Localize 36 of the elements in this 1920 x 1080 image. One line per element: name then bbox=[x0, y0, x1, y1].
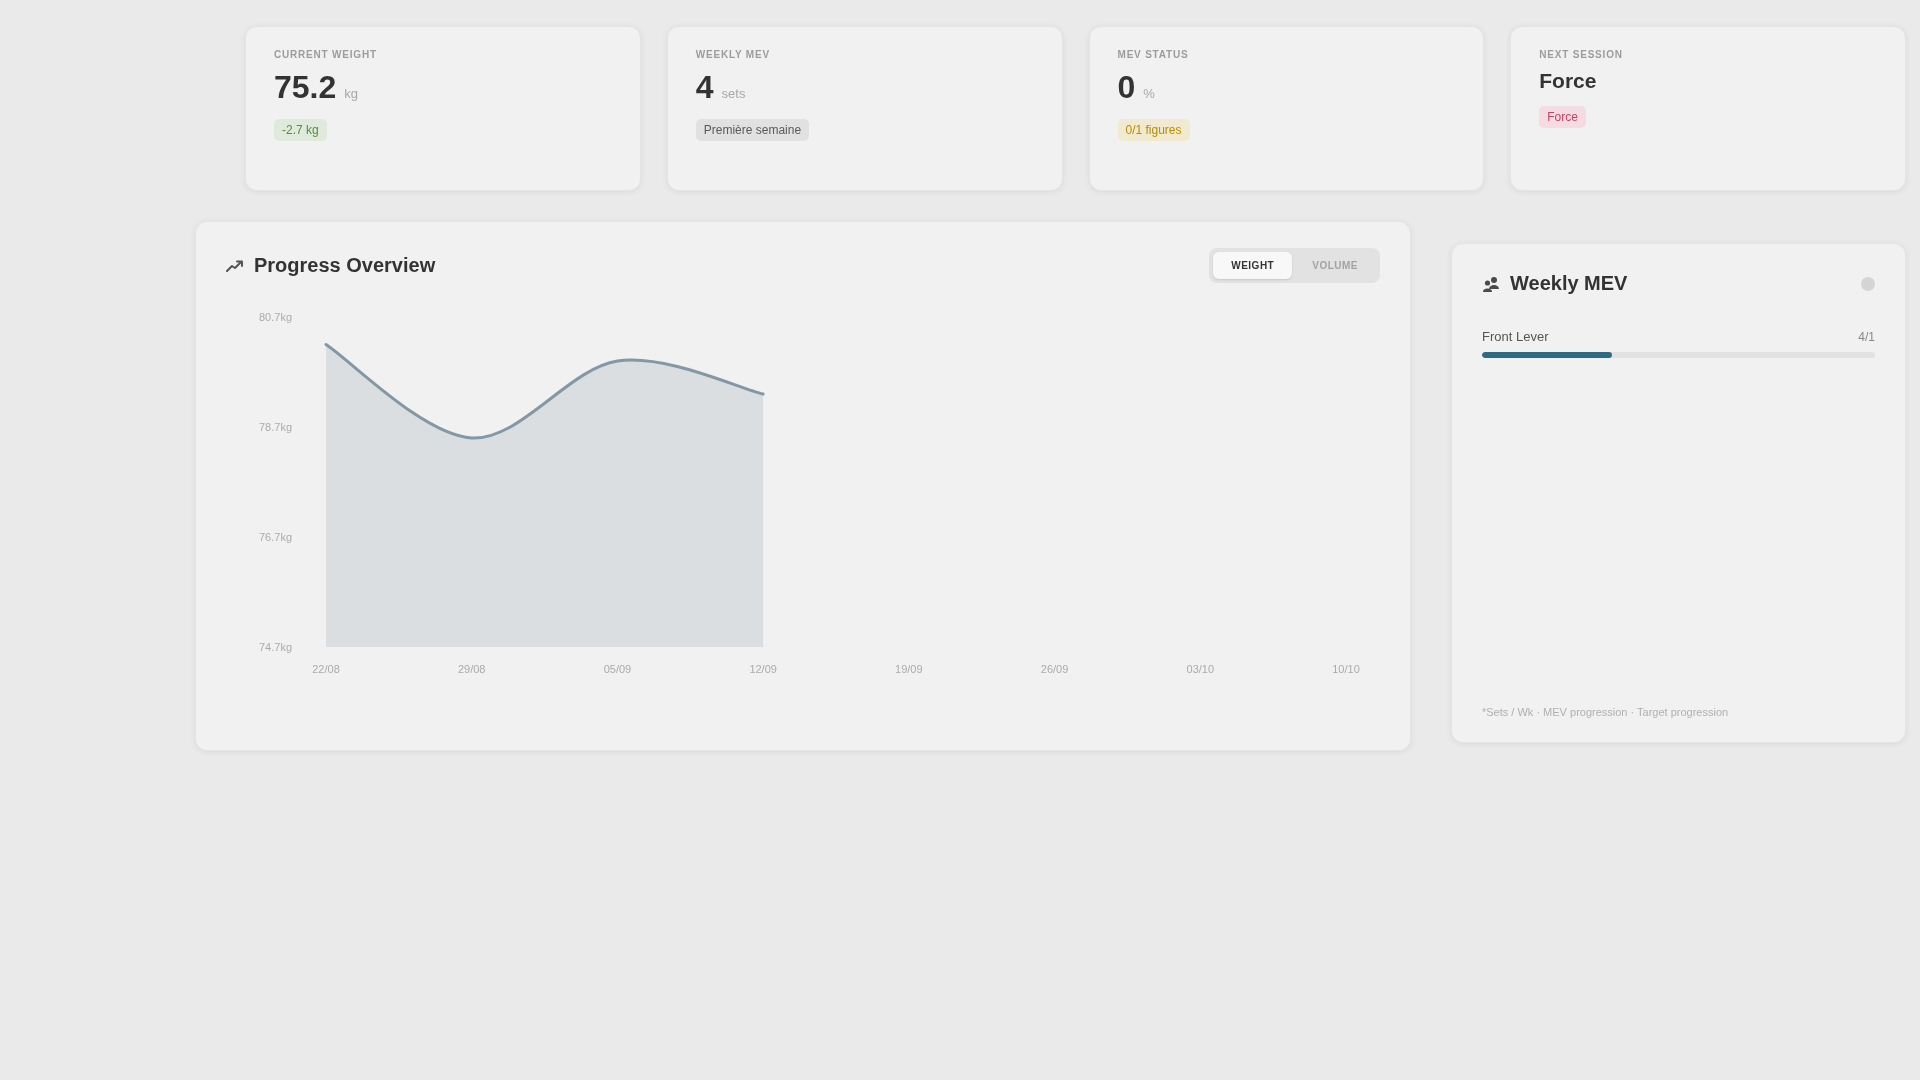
unit-label: kg bbox=[344, 86, 358, 101]
stat-value: 75.2 bbox=[274, 69, 337, 106]
stat-label: CURRENT WEIGHT bbox=[274, 49, 377, 60]
axis-label: 29/08 bbox=[457, 663, 486, 675]
axis-label: 03/10 bbox=[1186, 663, 1215, 675]
set-count: 4/1 bbox=[1858, 330, 1875, 344]
status-tag: Première semaine bbox=[695, 119, 810, 141]
status-tag: -2.7 kg bbox=[274, 119, 327, 141]
stat-label: NEXT SESSION bbox=[1539, 49, 1623, 60]
stat-label: WEEKLY MEV bbox=[695, 49, 770, 60]
axis-label: 12/09 bbox=[749, 663, 777, 675]
axis-label: 05/09 bbox=[603, 663, 632, 675]
exercise-name: Front Lever bbox=[1482, 329, 1549, 344]
stat-value: 0 bbox=[1117, 69, 1136, 106]
stat-label: MEV STATUS bbox=[1117, 49, 1189, 60]
axis-label: 10/10 bbox=[1332, 663, 1360, 675]
axis-label: 78.7kg bbox=[258, 421, 292, 433]
people-icon bbox=[1482, 275, 1500, 292]
panel-title: Progress Overview bbox=[254, 254, 436, 277]
axis-label: 26/09 bbox=[1040, 663, 1069, 675]
unit-label: % bbox=[1143, 86, 1155, 101]
axis-label: 80.7kg bbox=[258, 311, 292, 323]
status-tag: 0/1 figures bbox=[1117, 119, 1190, 141]
axis-label: 19/09 bbox=[895, 663, 923, 675]
footnote-text: *Sets / Wk · MEV progression · Target progression bbox=[1482, 706, 1730, 718]
axis-label: 76.7kg bbox=[258, 531, 292, 543]
trend-up-icon bbox=[226, 259, 244, 272]
toggle-tab[interactable]: WEIGHT bbox=[1213, 252, 1293, 279]
axis-label: 22/08 bbox=[312, 663, 340, 675]
stat-value: 4 bbox=[695, 69, 714, 106]
stat-value: Force bbox=[1539, 69, 1597, 93]
status-tag: Force bbox=[1539, 106, 1586, 128]
panel-title: Weekly MEV bbox=[1510, 272, 1628, 295]
unit-label: sets bbox=[721, 86, 746, 101]
axis-label: 74.7kg bbox=[258, 641, 292, 653]
dot-icon bbox=[1861, 276, 1875, 291]
